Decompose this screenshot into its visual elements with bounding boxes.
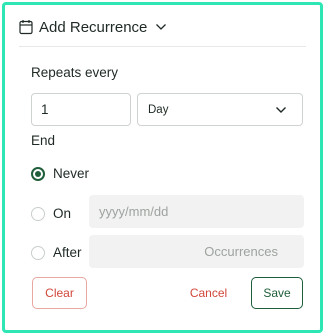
after-label: After <box>53 245 82 260</box>
never-radio[interactable] <box>31 166 45 181</box>
on-radio[interactable] <box>31 206 45 221</box>
end-never-option[interactable]: Never <box>31 166 89 181</box>
chevron-down-icon <box>156 24 167 30</box>
add-recurrence-title: Add Recurrence <box>39 18 148 36</box>
clear-button[interactable]: Clear <box>32 277 87 309</box>
save-button[interactable]: Save <box>251 277 303 309</box>
never-label: Never <box>53 166 90 181</box>
recurrence-panel: Add Recurrence Repeats every Day End Nev… <box>2 2 323 333</box>
add-recurrence-dropdown[interactable]: Add Recurrence <box>19 15 167 39</box>
repeats-every-label: Repeats every <box>31 65 119 80</box>
interval-unit-select[interactable]: Day <box>137 93 303 126</box>
end-after-option[interactable]: After <box>31 245 82 260</box>
interval-unit-value: Day <box>148 103 169 116</box>
occurrences-input[interactable] <box>89 235 304 268</box>
calendar-icon <box>19 20 33 35</box>
end-on-option[interactable]: On <box>31 206 71 221</box>
end-date-input[interactable] <box>89 195 304 228</box>
chevron-down-icon <box>276 106 286 113</box>
end-label: End <box>31 133 56 148</box>
interval-input[interactable] <box>31 93 131 126</box>
on-label: On <box>53 206 72 221</box>
header-divider <box>19 46 306 47</box>
after-radio[interactable] <box>31 245 45 260</box>
cancel-button[interactable]: Cancel <box>181 277 236 309</box>
